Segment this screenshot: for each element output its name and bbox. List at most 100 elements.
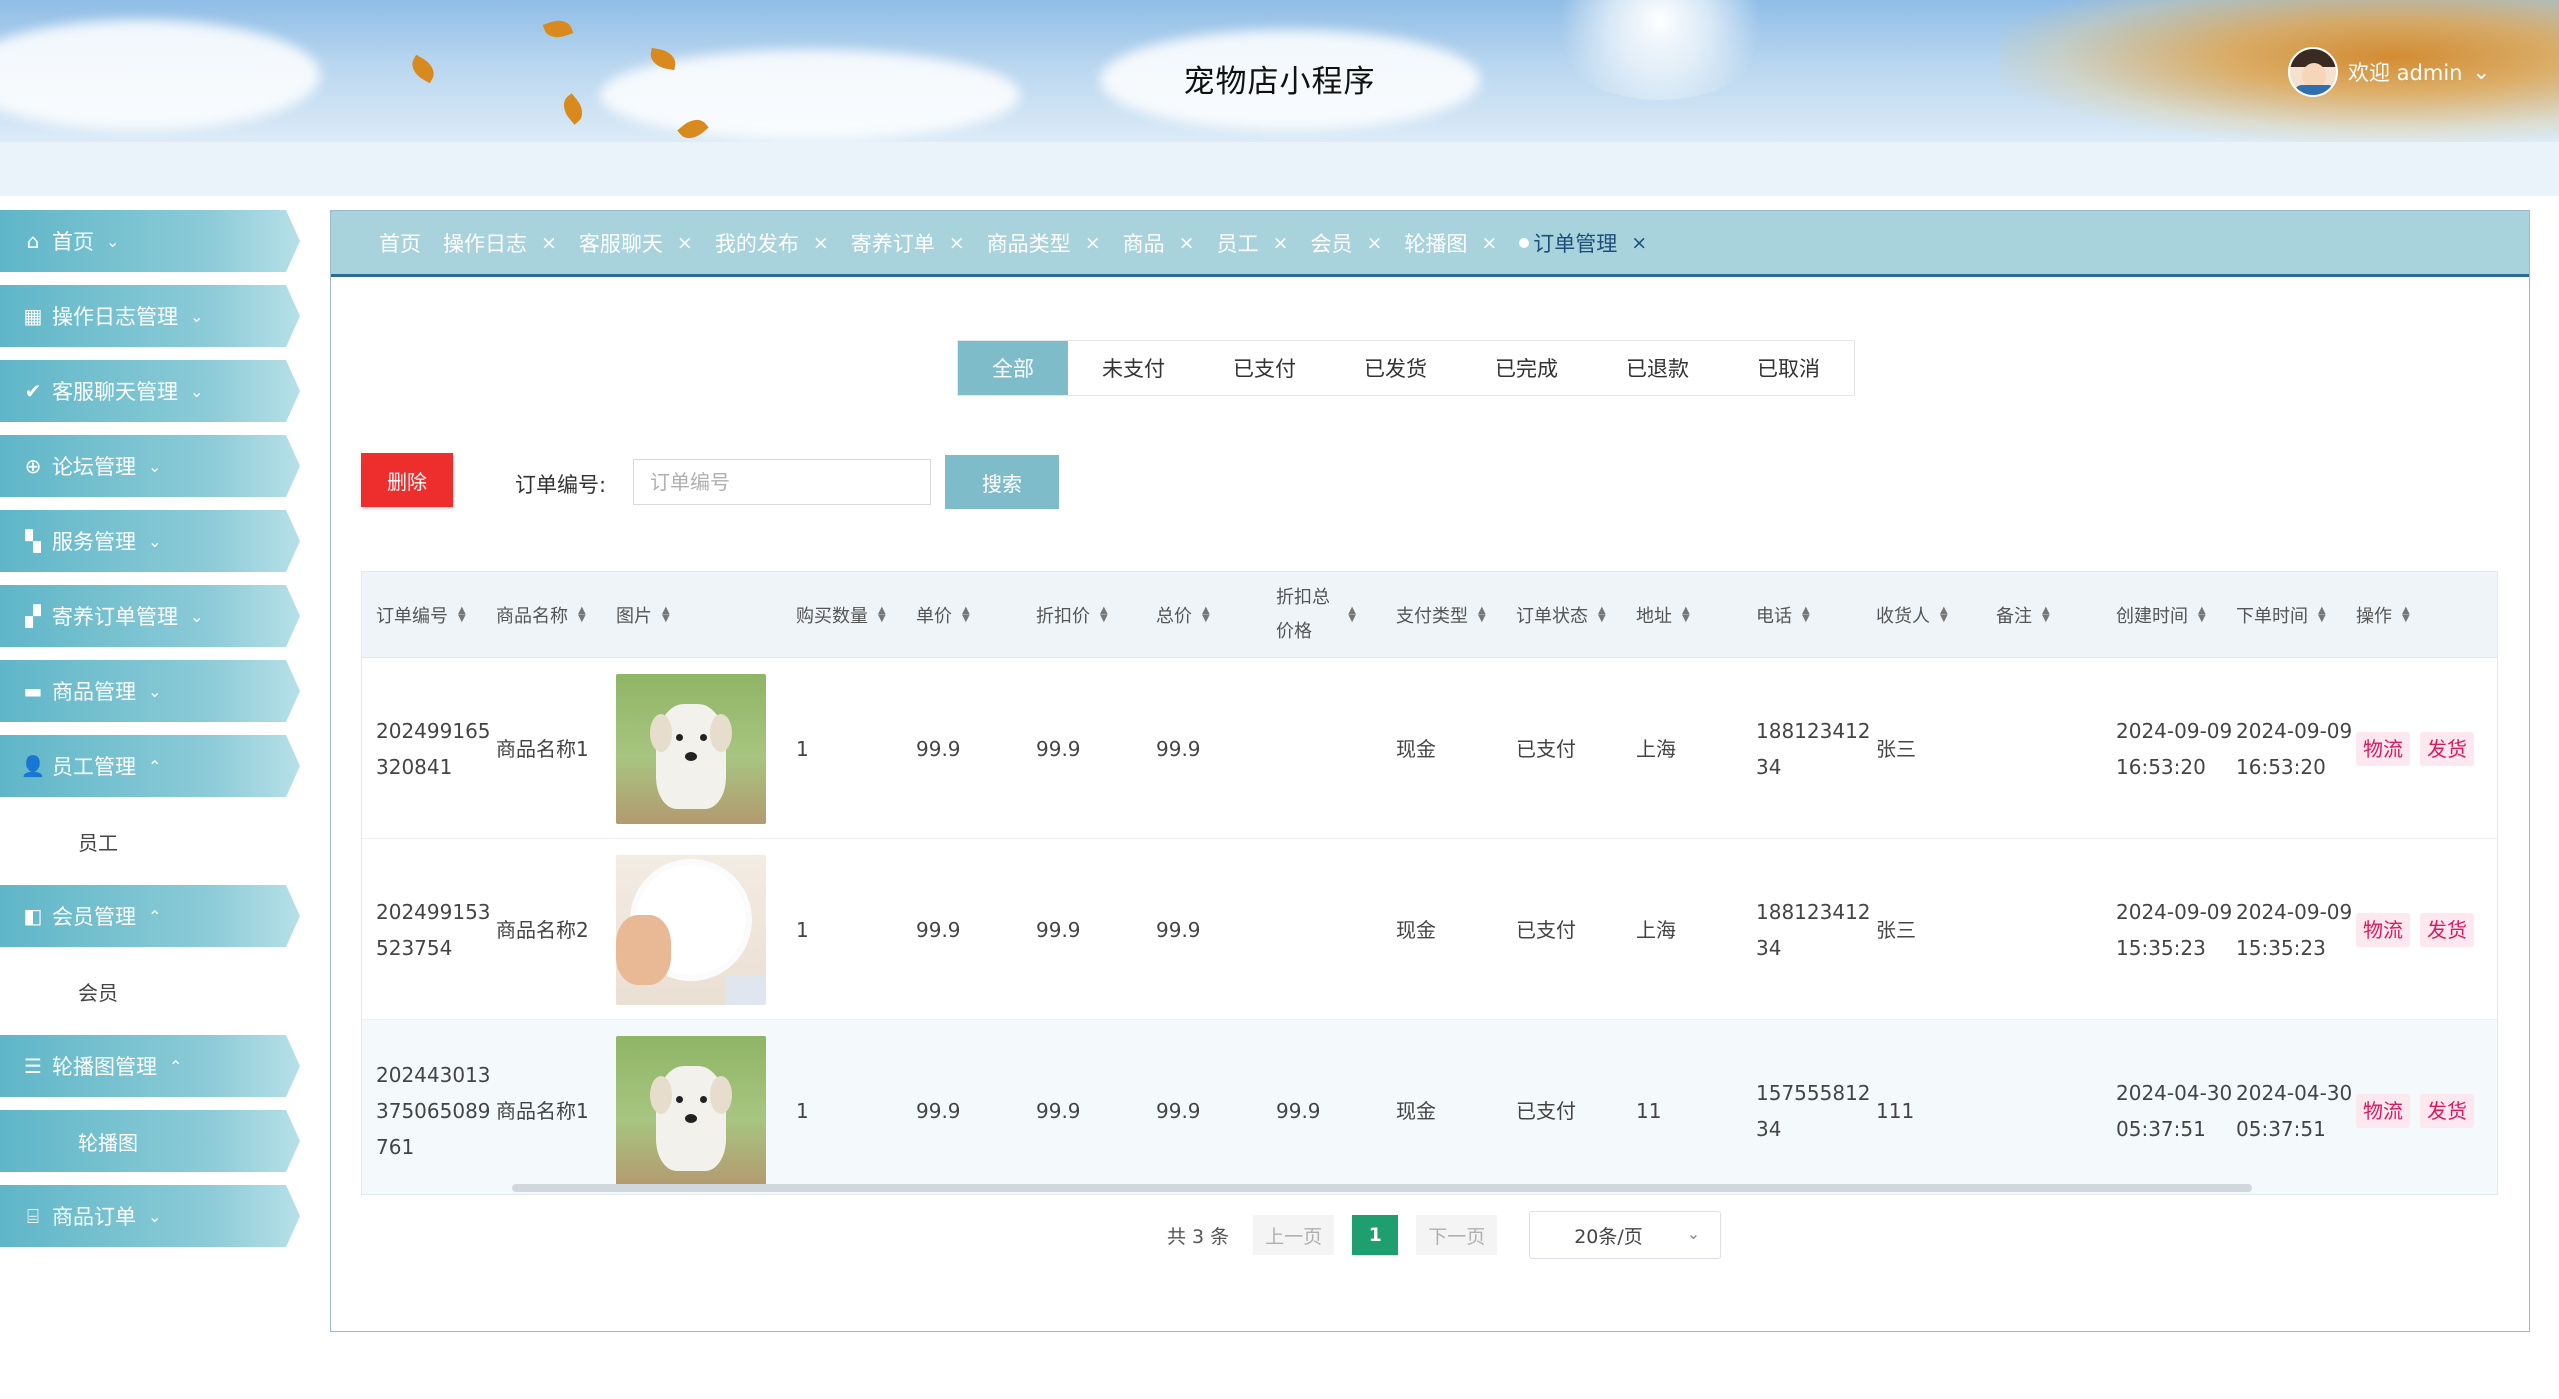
next-page-button[interactable]: 下一页 <box>1416 1215 1498 1255</box>
column-header[interactable]: 商品名称 ▲ ▼ <box>496 572 614 658</box>
column-header[interactable]: 备注 ▲ ▼ <box>1996 572 2114 658</box>
tab-8[interactable]: 会员 × <box>1310 228 1382 258</box>
search-button[interactable]: 搜索 <box>945 455 1059 509</box>
page-number-current[interactable]: 1 <box>1352 1215 1399 1255</box>
sort-icon[interactable]: ▲ ▼ <box>878 606 886 624</box>
sort-icon[interactable]: ▲ ▼ <box>2402 606 2410 624</box>
sidebar-item-1[interactable]: ▦ 操作日志管理 ⌄ <box>0 285 300 347</box>
table-row[interactable]: 202499165320841 商品名称1 1 99.9 99.9 99.9 现金 已支付 上海… <box>362 658 2497 839</box>
sidebar-subitem[interactable]: 会员 <box>0 960 300 1022</box>
tab-10[interactable]: 订单管理 × <box>1519 228 1647 258</box>
ship-button[interactable]: 发货 <box>2420 912 2474 947</box>
delete-button[interactable]: 删除 <box>361 453 453 507</box>
sort-icon[interactable]: ▲ ▼ <box>1682 606 1690 624</box>
sort-icon[interactable]: ▲ ▼ <box>962 606 970 624</box>
status-tab-3[interactable]: 已发货 <box>1330 341 1461 395</box>
sidebar-item-5[interactable]: ▞ 寄养订单管理 ⌄ <box>0 585 300 647</box>
column-header[interactable]: 支付类型 ▲ ▼ <box>1396 572 1514 658</box>
sort-icon[interactable]: ▲ ▼ <box>2318 606 2326 624</box>
column-header[interactable]: 创建时间 ▲ ▼ <box>2116 572 2234 658</box>
logistics-button[interactable]: 物流 <box>2356 1093 2410 1128</box>
close-icon[interactable]: × <box>1273 232 1289 254</box>
cell-text: 1 <box>796 1098 809 1123</box>
logistics-button[interactable]: 物流 <box>2356 731 2410 766</box>
tab-9[interactable]: 轮播图 × <box>1404 228 1497 258</box>
tab-3[interactable]: 我的发布 × <box>715 228 829 258</box>
close-icon[interactable]: × <box>1366 232 1382 254</box>
prev-page-button[interactable]: 上一页 <box>1253 1215 1335 1255</box>
status-tab-6[interactable]: 已取消 <box>1723 341 1854 395</box>
tab-5[interactable]: 商品类型 × <box>987 228 1101 258</box>
column-header[interactable]: 总价 ▲ ▼ <box>1156 572 1274 658</box>
close-icon[interactable]: × <box>1631 232 1647 254</box>
column-header[interactable]: 地址 ▲ ▼ <box>1636 572 1754 658</box>
table-row[interactable]: 202499153523754 商品名称2 1 99.9 99.9 99.9 现金 已支付 上海… <box>362 839 2497 1020</box>
table-row[interactable]: 202443013375065089761 商品名称1 1 99.9 99.9 99.9 9… <box>362 1020 2497 1194</box>
status-tab-0[interactable]: 全部 <box>958 341 1068 395</box>
sort-icon[interactable]: ▲ ▼ <box>2198 606 2206 624</box>
column-header[interactable]: 订单编号 ▲ ▼ <box>376 572 494 658</box>
column-header[interactable]: 折扣价 ▲ ▼ <box>1036 572 1154 658</box>
sidebar-item-label: 会员管理 <box>52 905 136 929</box>
close-icon[interactable]: × <box>541 232 557 254</box>
sidebar-item-6[interactable]: ▬ 商品管理 ⌄ <box>0 660 300 722</box>
sidebar-item-8[interactable]: ◧ 会员管理 ⌃ <box>0 885 300 947</box>
order-no-search-input[interactable] <box>633 459 931 505</box>
column-header[interactable]: 下单时间 ▲ ▼ <box>2236 572 2354 658</box>
sidebar-item-7[interactable]: 👤 员工管理 ⌃ <box>0 735 300 797</box>
column-header[interactable]: 收货人 ▲ ▼ <box>1876 572 1994 658</box>
column-header[interactable]: 折扣总价格 ▲ ▼ <box>1276 572 1356 658</box>
status-tab-1[interactable]: 未支付 <box>1068 341 1199 395</box>
sidebar-item-3[interactable]: ⊕ 论坛管理 ⌄ <box>0 435 300 497</box>
page-size-select[interactable]: 20条/页 ⌄ <box>1529 1211 1722 1259</box>
tab-1[interactable]: 操作日志 × <box>443 228 557 258</box>
sidebar-item-2[interactable]: ✔ 客服聊天管理 ⌄ <box>0 360 300 422</box>
sidebar-item-9[interactable]: ☰ 轮播图管理 ⌃ <box>0 1035 300 1097</box>
user-menu[interactable]: 欢迎 admin ⌄ <box>2288 46 2490 98</box>
column-header[interactable]: 图片 ▲ ▼ <box>616 572 734 658</box>
sidebar-subitem[interactable]: 员工 <box>0 810 300 872</box>
tab-2[interactable]: 客服聊天 × <box>579 228 693 258</box>
column-header[interactable]: 操作 ▲ ▼ <box>2356 572 2474 658</box>
tab-7[interactable]: 员工 × <box>1217 228 1289 258</box>
close-icon[interactable]: × <box>949 232 965 254</box>
sort-icon[interactable]: ▲ ▼ <box>1802 606 1810 624</box>
close-icon[interactable]: × <box>1179 232 1195 254</box>
sidebar-item-10[interactable]: ⌸ 商品订单 ⌄ <box>0 1185 300 1247</box>
sort-icon[interactable]: ▲ ▼ <box>2042 606 2050 624</box>
cell-discount-total: 99.9 <box>1276 1020 1394 1194</box>
close-icon[interactable]: × <box>1085 232 1101 254</box>
sort-icon[interactable]: ▲ ▼ <box>1348 606 1356 624</box>
tab-4[interactable]: 寄养订单 × <box>851 228 965 258</box>
tab-0[interactable]: 首页 <box>379 228 421 258</box>
column-header[interactable]: 订单状态 ▲ ▼ <box>1516 572 1634 658</box>
horizontal-scrollbar[interactable] <box>512 1184 2252 1192</box>
column-header[interactable]: 单价 ▲ ▼ <box>916 572 1034 658</box>
status-tab-4[interactable]: 已完成 <box>1461 341 1592 395</box>
sidebar-item-0[interactable]: ⌂ 首页 ⌄ <box>0 210 300 272</box>
sort-icon[interactable]: ▲ ▼ <box>1598 606 1606 624</box>
tab-6[interactable]: 商品 × <box>1123 228 1195 258</box>
sort-icon[interactable]: ▲ ▼ <box>1202 606 1210 624</box>
column-header[interactable]: 购买数量 ▲ ▼ <box>796 572 914 658</box>
sort-icon[interactable]: ▲ ▼ <box>1478 606 1486 624</box>
sidebar-subitem[interactable]: 轮播图 <box>0 1110 300 1172</box>
sort-icon[interactable]: ▲ ▼ <box>1940 606 1948 624</box>
status-tab-2[interactable]: 已支付 <box>1199 341 1330 395</box>
column-header-label: 订单状态 <box>1516 606 1588 627</box>
cell-image <box>616 1020 766 1194</box>
grid-icon: ▦ <box>23 304 43 328</box>
status-tab-5[interactable]: 已退款 <box>1592 341 1723 395</box>
sort-icon[interactable]: ▲ ▼ <box>578 606 586 624</box>
sidebar-item-4[interactable]: ▚ 服务管理 ⌄ <box>0 510 300 572</box>
close-icon[interactable]: × <box>1481 232 1497 254</box>
sort-icon[interactable]: ▲ ▼ <box>662 606 670 624</box>
logistics-button[interactable]: 物流 <box>2356 912 2410 947</box>
ship-button[interactable]: 发货 <box>2420 731 2474 766</box>
column-header[interactable]: 电话 ▲ ▼ <box>1756 572 1874 658</box>
ship-button[interactable]: 发货 <box>2420 1093 2474 1128</box>
close-icon[interactable]: × <box>813 232 829 254</box>
close-icon[interactable]: × <box>677 232 693 254</box>
sort-icon[interactable]: ▲ ▼ <box>1100 606 1108 624</box>
sort-icon[interactable]: ▲ ▼ <box>458 606 466 624</box>
